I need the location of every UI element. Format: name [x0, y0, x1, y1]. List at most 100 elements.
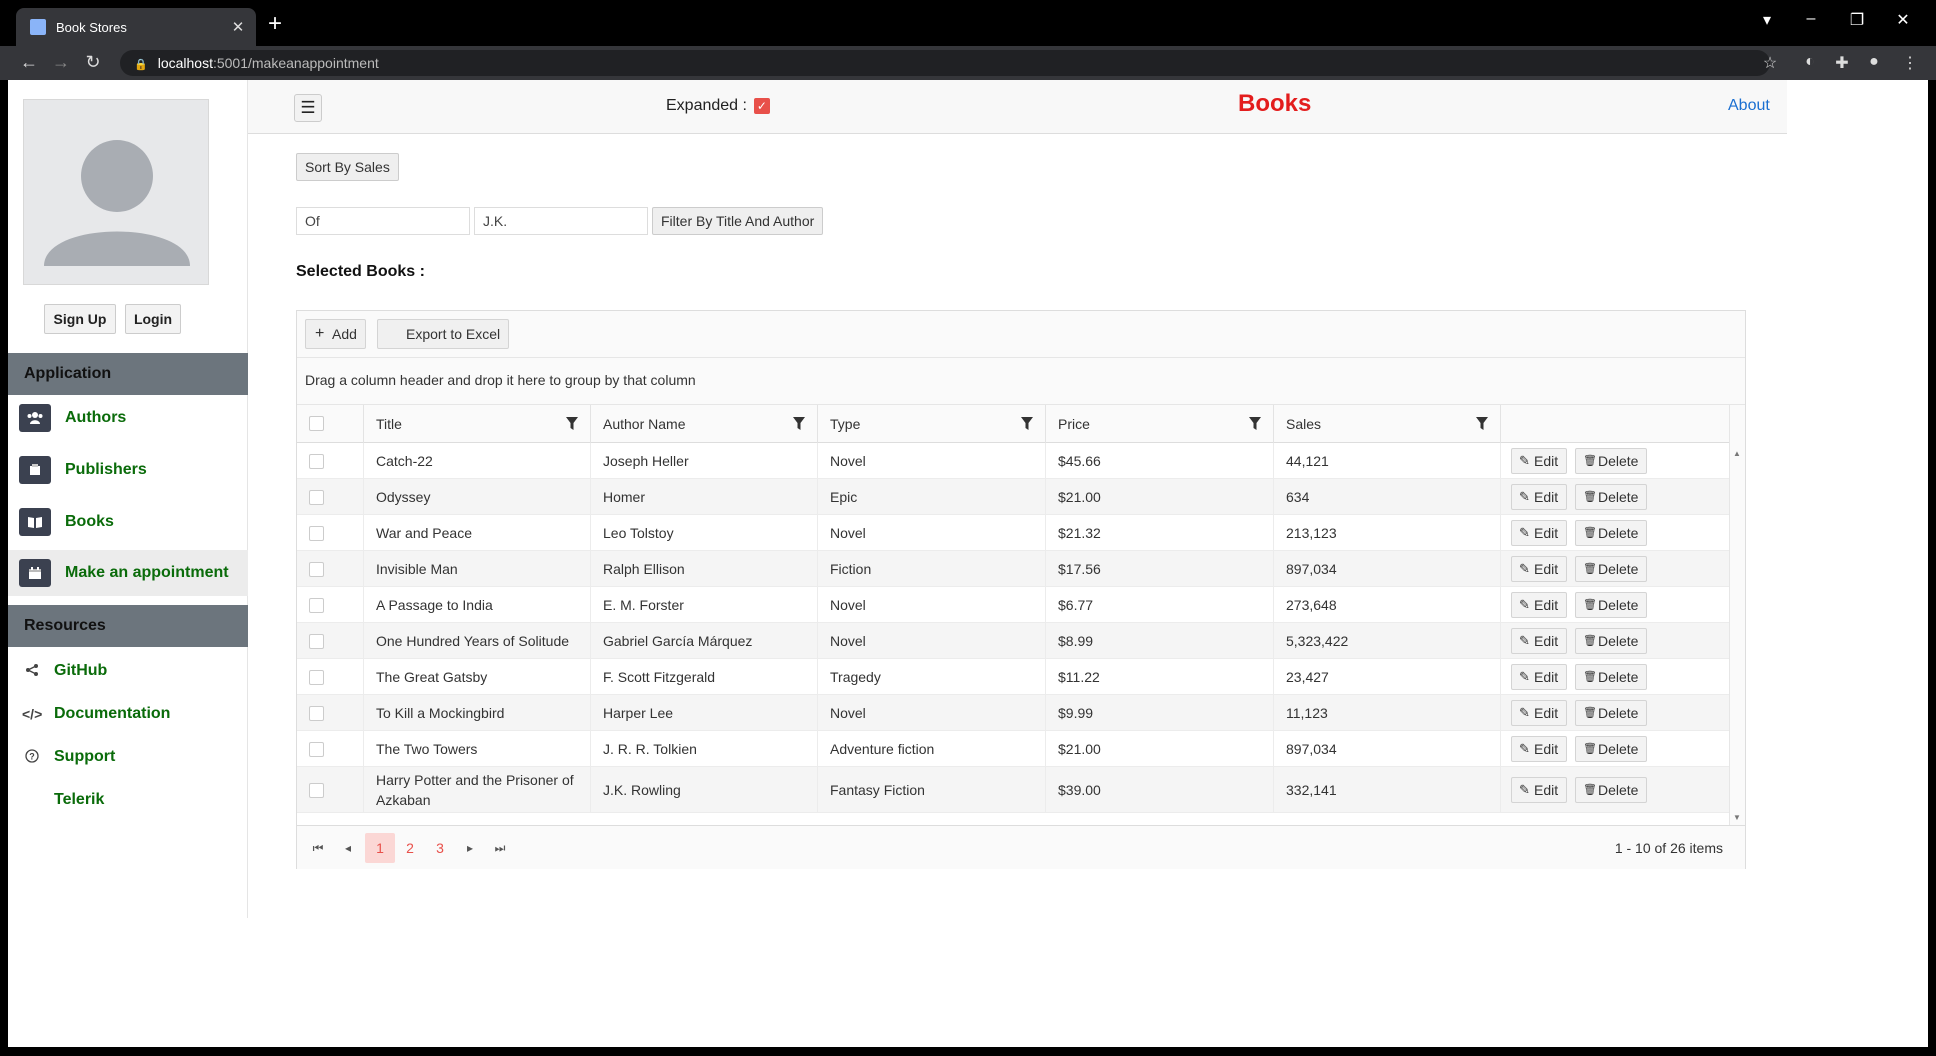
- column-header-sales[interactable]: Sales: [1273, 405, 1500, 443]
- first-page-icon[interactable]: ⏮: [307, 837, 329, 859]
- delete-button[interactable]: 🗑 Delete: [1575, 592, 1648, 618]
- select-all-checkbox[interactable]: [309, 416, 324, 431]
- sort-by-sales-button[interactable]: Sort By Sales: [296, 153, 399, 181]
- edit-button[interactable]: ✎ Edit: [1511, 664, 1568, 690]
- edit-button[interactable]: ✎ Edit: [1511, 520, 1568, 546]
- filter-by-title-author-button[interactable]: Filter By Title And Author: [652, 207, 824, 235]
- edit-button[interactable]: ✎ Edit: [1511, 700, 1568, 726]
- close-window-icon[interactable]: ✕: [1892, 10, 1914, 30]
- edit-button[interactable]: ✎ Edit: [1511, 448, 1568, 474]
- about-link[interactable]: About: [1728, 97, 1770, 115]
- table-row[interactable]: Odyssey Homer Epic $21.00 634 ✎ Edit 🗑 Delete: [297, 479, 1729, 515]
- row-checkbox[interactable]: [309, 597, 324, 613]
- next-page-icon[interactable]: ▸: [459, 837, 481, 859]
- column-header-type[interactable]: Type: [817, 405, 1045, 443]
- grid-scrollbar[interactable]: ▲ ▼: [1729, 405, 1745, 825]
- table-row[interactable]: The Two Towers J. R. R. Tolkien Adventure …: [297, 731, 1729, 767]
- row-checkbox[interactable]: [309, 741, 324, 757]
- export-excel-button[interactable]: Export to Excel: [377, 319, 510, 349]
- new-tab-icon[interactable]: +: [268, 12, 282, 36]
- table-row[interactable]: A Passage to India E. M. Forster Novel $6.7…: [297, 587, 1729, 623]
- address-bar[interactable]: 🔒 localhost:5001/makeanappointment: [120, 50, 1770, 76]
- sidebar-item-authors[interactable]: Authors: [8, 395, 248, 441]
- row-checkbox[interactable]: [309, 633, 324, 649]
- column-header-price[interactable]: Price: [1045, 405, 1273, 443]
- filter-icon[interactable]: [1021, 417, 1033, 430]
- row-checkbox[interactable]: [309, 782, 324, 798]
- cell-author: J.K. Rowling: [590, 767, 817, 812]
- group-drop-area[interactable]: Drag a column header and drop it here to…: [297, 358, 1745, 405]
- forward-icon[interactable]: →: [50, 52, 72, 73]
- edit-button[interactable]: ✎ Edit: [1511, 592, 1568, 618]
- expanded-toggle[interactable]: Expanded : ✓: [666, 97, 770, 115]
- table-row[interactable]: Invisible Man Ralph Ellison Fiction $17.56 8…: [297, 551, 1729, 587]
- sidebar-item-github[interactable]: GitHub: [8, 651, 248, 691]
- table-row[interactable]: One Hundred Years of Solitude Gabriel Gar…: [297, 623, 1729, 659]
- login-button[interactable]: Login: [125, 304, 181, 334]
- page-1-button[interactable]: 1: [365, 833, 395, 863]
- minimize-icon[interactable]: –: [1800, 10, 1822, 28]
- delete-button[interactable]: 🗑 Delete: [1575, 628, 1648, 654]
- bookmark-star-icon[interactable]: ☆: [1760, 53, 1780, 73]
- edit-button[interactable]: ✎ Edit: [1511, 777, 1568, 803]
- scroll-up-icon[interactable]: ▲: [1733, 449, 1741, 458]
- menu-kebab-icon[interactable]: ⋮: [1900, 53, 1920, 73]
- row-checkbox[interactable]: [309, 525, 324, 541]
- sidebar-item-publishers[interactable]: Publishers: [8, 447, 248, 493]
- scroll-down-icon[interactable]: ▼: [1733, 813, 1741, 822]
- filter-icon[interactable]: [1249, 417, 1261, 430]
- row-checkbox[interactable]: [309, 453, 324, 469]
- back-icon[interactable]: ←: [18, 52, 40, 73]
- table-row[interactable]: Harry Potter and the Prisoner of Azkaban…: [297, 767, 1729, 813]
- extension-icon[interactable]: ◐: [1800, 53, 1820, 71]
- sidebar-item-telerik[interactable]: Telerik: [8, 780, 248, 820]
- delete-button[interactable]: 🗑 Delete: [1575, 736, 1648, 762]
- cell-title: To Kill a Mockingbird: [363, 695, 590, 730]
- prev-page-icon[interactable]: ◂: [337, 837, 359, 859]
- sign-up-button[interactable]: Sign Up: [44, 304, 116, 334]
- page-2-button[interactable]: 2: [395, 833, 425, 863]
- edit-button[interactable]: ✎ Edit: [1511, 556, 1568, 582]
- filter-icon[interactable]: [793, 417, 805, 430]
- hamburger-menu-icon[interactable]: ☰: [294, 94, 322, 122]
- sidebar-item-books[interactable]: Books: [8, 499, 248, 545]
- edit-button[interactable]: ✎ Edit: [1511, 736, 1568, 762]
- last-page-icon[interactable]: ⏭: [489, 837, 511, 859]
- sidebar-item-make-appointment[interactable]: Make an appointment: [8, 550, 248, 596]
- row-checkbox[interactable]: [309, 705, 324, 721]
- column-header-title[interactable]: Title: [363, 405, 590, 443]
- table-row[interactable]: To Kill a Mockingbird Harper Lee Novel $9.9…: [297, 695, 1729, 731]
- delete-button[interactable]: 🗑 Delete: [1575, 484, 1648, 510]
- restore-icon[interactable]: ❐: [1846, 10, 1868, 30]
- add-button[interactable]: + Add: [305, 319, 366, 349]
- delete-button[interactable]: 🗑 Delete: [1575, 700, 1648, 726]
- close-tab-icon[interactable]: ✕: [230, 18, 246, 36]
- edit-button[interactable]: ✎ Edit: [1511, 484, 1568, 510]
- delete-button[interactable]: 🗑 Delete: [1575, 777, 1648, 803]
- sidebar-item-support[interactable]: ? Support: [8, 737, 248, 777]
- browser-tab[interactable]: Book Stores ✕: [16, 8, 256, 46]
- profile-dropdown-icon[interactable]: ▾: [1756, 10, 1778, 30]
- delete-button[interactable]: 🗑 Delete: [1575, 448, 1648, 474]
- column-header-author[interactable]: Author Name: [590, 405, 817, 443]
- author-filter-input[interactable]: [474, 207, 648, 235]
- filter-icon[interactable]: [566, 417, 578, 430]
- row-checkbox[interactable]: [309, 669, 324, 685]
- profile-avatar-icon[interactable]: ●: [1864, 53, 1884, 71]
- row-checkbox[interactable]: [309, 561, 324, 577]
- row-checkbox[interactable]: [309, 489, 324, 505]
- table-row[interactable]: Catch-22 Joseph Heller Novel $45.66 44,121 ✎ E…: [297, 443, 1729, 479]
- filter-icon[interactable]: [1476, 417, 1488, 430]
- delete-button[interactable]: 🗑 Delete: [1575, 556, 1648, 582]
- table-row[interactable]: The Great Gatsby F. Scott Fitzgerald Trage…: [297, 659, 1729, 695]
- page-3-button[interactable]: 3: [425, 833, 455, 863]
- delete-button[interactable]: 🗑 Delete: [1575, 520, 1648, 546]
- reload-icon[interactable]: ↻: [82, 52, 104, 73]
- expanded-checkbox[interactable]: ✓: [753, 98, 770, 114]
- delete-button[interactable]: 🗑 Delete: [1575, 664, 1648, 690]
- title-filter-input[interactable]: [296, 207, 470, 235]
- table-row[interactable]: War and Peace Leo Tolstoy Novel $21.32 213,1…: [297, 515, 1729, 551]
- puzzle-icon[interactable]: ✚: [1832, 53, 1852, 73]
- edit-button[interactable]: ✎ Edit: [1511, 628, 1568, 654]
- sidebar-item-documentation[interactable]: </> Documentation: [8, 694, 248, 734]
